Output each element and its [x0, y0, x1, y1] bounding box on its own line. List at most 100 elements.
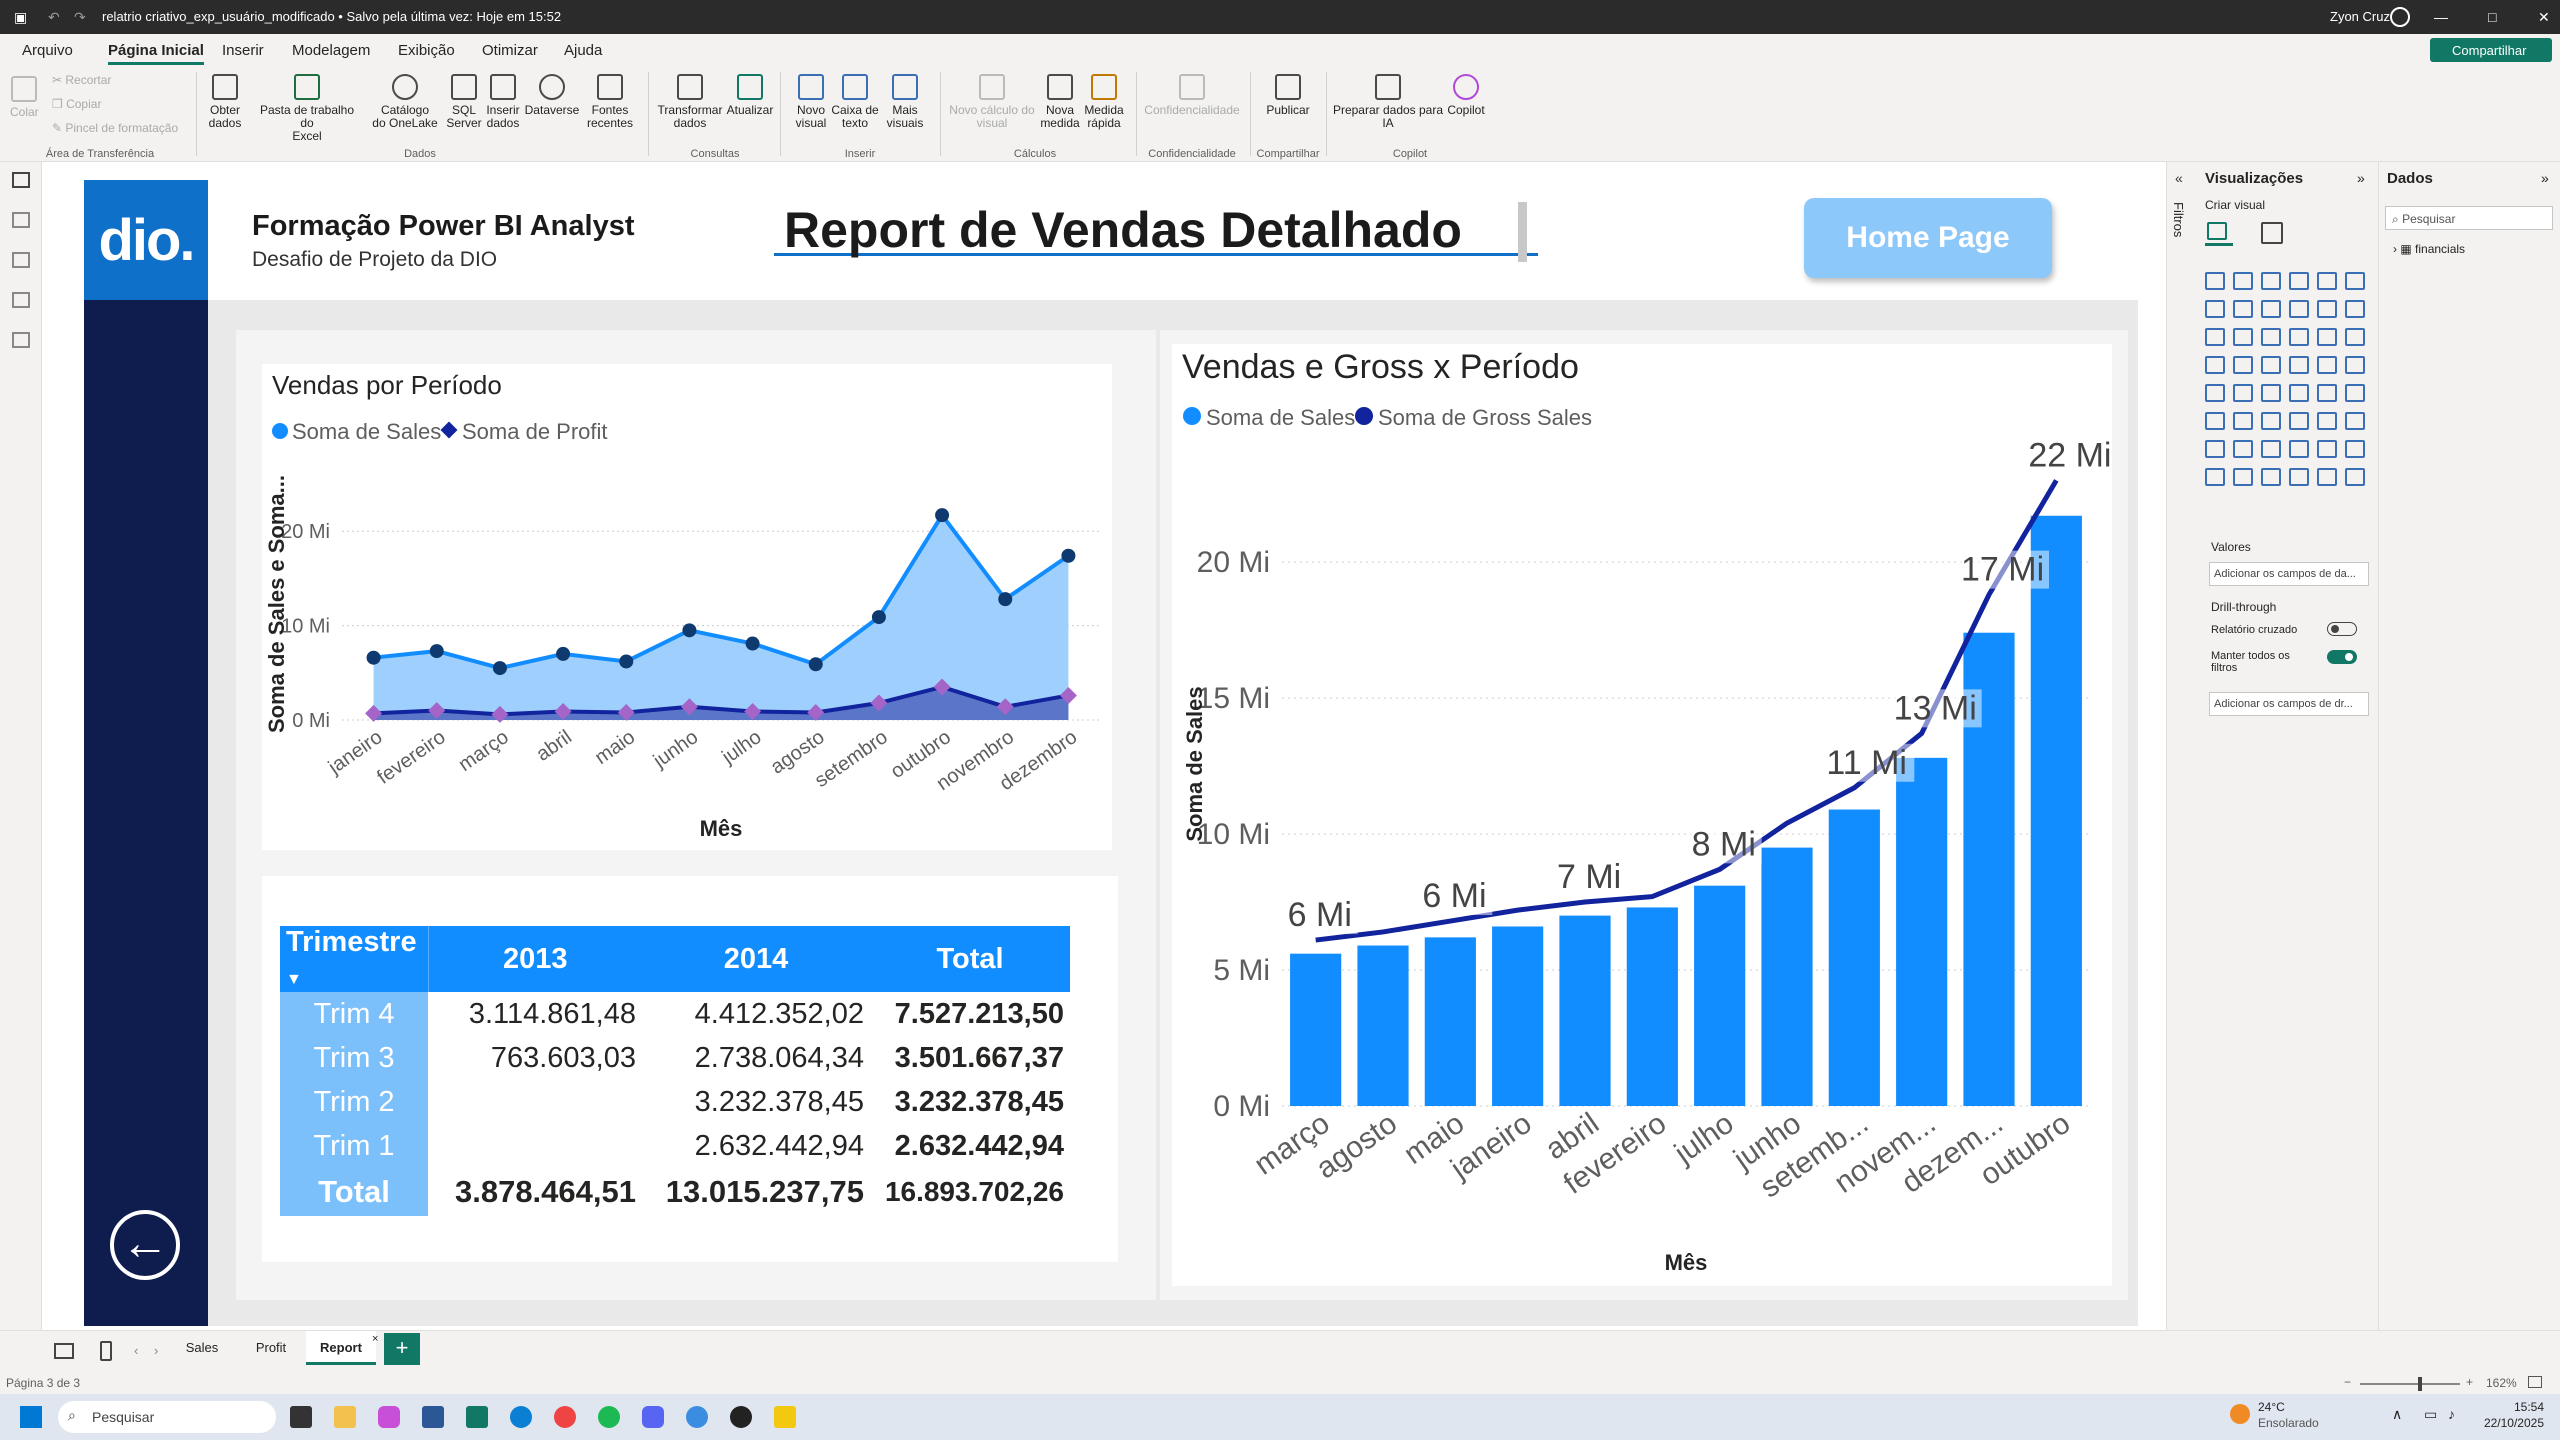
next-page-icon[interactable]: › — [154, 1343, 158, 1358]
minimize-icon[interactable]: — — [2434, 9, 2448, 25]
enter-data-button[interactable]: Inserir dados — [482, 74, 524, 130]
tab-sales[interactable]: Sales — [176, 1331, 228, 1365]
fit-page-icon[interactable] — [2528, 1376, 2542, 1388]
copilot-button[interactable]: Copilot — [1440, 74, 1492, 117]
visual-type-icon[interactable] — [2345, 300, 2365, 318]
row-label[interactable]: Trim 3 — [280, 1036, 428, 1080]
dax-query-icon[interactable] — [12, 292, 30, 308]
row-label[interactable]: Trim 2 — [280, 1080, 428, 1124]
windows-start-icon[interactable] — [20, 1406, 42, 1428]
build-visual-tab[interactable] — [2205, 218, 2233, 246]
redo-icon[interactable]: ↷ — [74, 9, 86, 26]
menu-arquivo[interactable]: Arquivo — [22, 42, 73, 59]
menu-inserir[interactable]: Inserir — [222, 42, 264, 59]
refresh-button[interactable]: Atualizar — [724, 74, 776, 117]
recent-sources-button[interactable]: Fontes recentes — [580, 74, 640, 130]
visual-type-icon[interactable] — [2205, 328, 2225, 346]
visual-type-icon[interactable] — [2233, 272, 2253, 290]
new-visual-button[interactable]: Novo visual — [788, 74, 834, 130]
visual-type-icon[interactable] — [2317, 328, 2337, 346]
spotify-icon[interactable] — [598, 1406, 620, 1428]
text-box-button[interactable]: Caixa de texto — [830, 74, 880, 130]
visual-type-icon[interactable] — [2205, 272, 2225, 290]
visual-type-icon[interactable] — [2233, 384, 2253, 402]
close-icon[interactable]: ✕ — [2538, 9, 2550, 26]
undo-icon[interactable]: ↶ — [48, 9, 60, 26]
zoom-thumb[interactable] — [2418, 1377, 2422, 1391]
mobile-layout-icon[interactable] — [100, 1341, 112, 1361]
visual-type-icon[interactable] — [2289, 384, 2309, 402]
dataverse-button[interactable]: Dataverse — [524, 74, 580, 117]
visual-type-icon[interactable] — [2261, 384, 2281, 402]
new-measure-button[interactable]: Nova medida — [1038, 74, 1082, 130]
get-data-button[interactable]: Obter dados — [200, 74, 250, 130]
menu-modelagem[interactable]: Modelagem — [292, 42, 370, 59]
file-title[interactable]: relatrio criativo_exp_usuário_modificado… — [102, 9, 561, 24]
matrix-header-2014[interactable]: 2014 — [642, 926, 870, 992]
data-search-input[interactable]: ⌕ Pesquisar — [2385, 206, 2553, 230]
model-view-icon[interactable] — [12, 252, 30, 268]
visual-type-icon[interactable] — [2205, 356, 2225, 374]
add-page-button[interactable]: + — [384, 1333, 420, 1365]
matrix-header-trimestre[interactable]: Trimestre ▼ — [280, 926, 429, 992]
app-icon[interactable] — [686, 1406, 708, 1428]
visual-type-icon[interactable] — [2345, 412, 2365, 430]
previous-page-icon[interactable]: ‹ — [134, 1343, 138, 1358]
maximize-icon[interactable]: □ — [2488, 9, 2496, 25]
visual-type-icon[interactable] — [2317, 272, 2337, 290]
visual-type-icon[interactable] — [2261, 300, 2281, 318]
zoom-level[interactable]: 162% — [2486, 1376, 2517, 1390]
visual-type-icon[interactable] — [2261, 328, 2281, 346]
edge-icon[interactable] — [510, 1406, 532, 1428]
quick-measure-button[interactable]: Medida rápida — [1080, 74, 1128, 130]
chrome-icon[interactable] — [554, 1406, 576, 1428]
visual-type-icon[interactable] — [2317, 384, 2337, 402]
save-icon[interactable]: ▣ — [14, 9, 27, 26]
visual-type-icon[interactable] — [2345, 328, 2365, 346]
visual-type-icon[interactable] — [2317, 356, 2337, 374]
desktop-layout-icon[interactable] — [54, 1343, 74, 1359]
menu-pagina-inicial[interactable]: Página Inicial — [108, 42, 204, 65]
sales-profit-area-chart[interactable]: Vendas por Período Soma de Sales Soma de P… — [262, 364, 1112, 850]
cut-button[interactable]: ✂ Recortar — [52, 74, 111, 87]
visual-type-icon[interactable] — [2205, 440, 2225, 458]
visual-type-icon[interactable] — [2205, 384, 2225, 402]
sensitivity-button[interactable]: Confidencialidade — [1140, 74, 1244, 117]
visual-type-icon[interactable] — [2205, 412, 2225, 430]
drill-through-well[interactable]: Adicionar os campos de dr... — [2209, 692, 2369, 716]
visual-type-icon[interactable] — [2233, 412, 2253, 430]
visual-type-icon[interactable] — [2317, 440, 2337, 458]
tmdl-view-icon[interactable] — [12, 332, 30, 348]
visual-type-icon[interactable] — [2345, 384, 2365, 402]
format-visual-icon[interactable] — [2261, 222, 2283, 244]
visual-type-icon[interactable] — [2289, 300, 2309, 318]
excel-button[interactable]: Pasta de trabalho do Excel — [252, 74, 362, 143]
sort-down-icon[interactable]: ▼ — [286, 971, 302, 988]
share-button[interactable]: Compartilhar — [2430, 38, 2552, 62]
visual-type-icon[interactable] — [2205, 468, 2225, 486]
visual-calculation-button[interactable]: Novo cálculo do visual — [944, 74, 1040, 130]
report-view-icon[interactable] — [12, 172, 30, 188]
discord-icon[interactable] — [642, 1406, 664, 1428]
tab-report[interactable]: Report — [306, 1331, 376, 1365]
row-label[interactable]: Trim 1 — [280, 1124, 428, 1168]
matrix-header-2013[interactable]: 2013 — [428, 926, 642, 992]
transform-data-button[interactable]: Transformar dados — [654, 74, 726, 130]
copilot-app-icon[interactable] — [378, 1406, 400, 1428]
visual-type-icon[interactable] — [2289, 468, 2309, 486]
zoom-out-icon[interactable]: − — [2344, 1375, 2351, 1389]
app-icon[interactable] — [730, 1406, 752, 1428]
table-financials[interactable]: › ▦ financials — [2393, 242, 2465, 256]
user-name[interactable]: Zyon Cruz — [2330, 9, 2390, 24]
copy-button[interactable]: ❐ Copiar — [52, 98, 101, 111]
visual-type-icon[interactable] — [2289, 412, 2309, 430]
publish-button[interactable]: Publicar — [1256, 74, 1320, 117]
visual-type-icon[interactable] — [2233, 356, 2253, 374]
visual-type-icon[interactable] — [2233, 468, 2253, 486]
visual-type-icon[interactable] — [2261, 356, 2281, 374]
visual-type-icon[interactable] — [2317, 412, 2337, 430]
menu-ajuda[interactable]: Ajuda — [564, 42, 602, 59]
prepare-data-ai-button[interactable]: Preparar dados para IA — [1332, 74, 1444, 130]
zoom-in-icon[interactable]: + — [2466, 1375, 2473, 1389]
visual-type-icon[interactable] — [2345, 272, 2365, 290]
